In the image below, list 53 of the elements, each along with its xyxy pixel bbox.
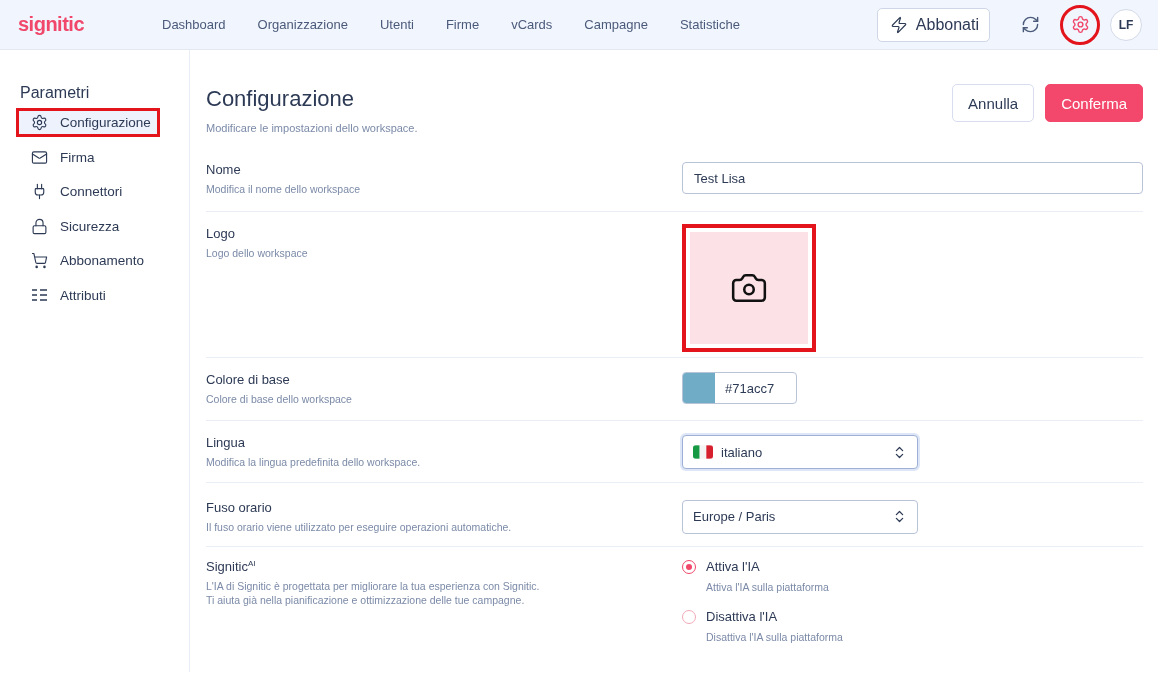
- sidebar-icon: [31, 217, 48, 235]
- sidebar-title: Parametri: [19, 84, 91, 102]
- user-avatar[interactable]: LF: [1110, 8, 1142, 41]
- field-description: Logo dello workspace: [206, 246, 309, 261]
- nav-link[interactable]: Statistiche: [663, 17, 756, 32]
- field-label: Nome: [206, 162, 242, 177]
- page-title: Configurazione: [206, 86, 355, 112]
- cancel-button[interactable]: Annulla: [952, 84, 1035, 122]
- name-input[interactable]: Test Lisa: [682, 162, 1143, 194]
- nav-link[interactable]: Campagne: [568, 17, 664, 32]
- sidebar-item[interactable]: Firma: [16, 142, 154, 172]
- sidebar-icon: [31, 148, 48, 166]
- refresh-icon: [1020, 15, 1040, 34]
- lightning-icon: [889, 15, 908, 34]
- list-icon: [31, 288, 48, 302]
- sidebar-item[interactable]: Connettori: [16, 177, 154, 206]
- settings-button[interactable]: [1060, 4, 1100, 45]
- settings-icon: [1070, 15, 1090, 34]
- page-subtitle: Modificare le impostazioni dello workspace.: [206, 122, 418, 134]
- sidebar-icon: [31, 252, 48, 269]
- color-field[interactable]: #71acc7: [682, 372, 797, 405]
- field-label: Logo: [206, 226, 236, 242]
- sidebar-item[interactable]: Attributi: [16, 280, 154, 310]
- sidebar-item[interactable]: Sicurezza: [16, 211, 154, 241]
- nav-link[interactable]: Firme: [429, 17, 496, 32]
- nav-link[interactable]: Dashboard: [146, 17, 242, 32]
- nav-link[interactable]: vCards: [495, 17, 569, 32]
- brand-logo: signitic: [18, 13, 85, 36]
- field-description: Modifica il nome dello workspace: [206, 182, 362, 197]
- flag-icon: [693, 445, 713, 460]
- nav-link[interactable]: Utenti: [363, 17, 430, 32]
- select-field[interactable]: Europe / Paris: [682, 499, 918, 534]
- field-description: Modifica la lingua predefinita dello workspace.: [206, 455, 422, 470]
- field-label: Fuso orario: [206, 499, 273, 515]
- logo-upload[interactable]: [690, 232, 808, 345]
- radio-label: Attiva l'IA: [706, 558, 761, 574]
- radio-description: Attiva l'IA sulla piattaforma: [706, 580, 829, 593]
- select-field[interactable]: italiano: [682, 435, 918, 470]
- color-value: #71acc7: [724, 379, 776, 398]
- radio-description: Disattiva l'IA sulla piattaforma: [706, 630, 843, 643]
- field-description: Il fuso orario viene utilizzato per eseguire operazioni automatiche.: [206, 519, 513, 534]
- radio-label: Disattiva l'IA: [706, 608, 779, 624]
- field-label: Colore di base: [206, 372, 291, 388]
- sidebar-icon: [31, 114, 48, 131]
- field-description: L'IA di Signitic è progettata per migliorare la tua esperienza con Signitic. Ti aiuta già nella pianificazione e ottimizzazione delle tue campagne.: [206, 579, 541, 608]
- nav-link[interactable]: Organizzazione: [241, 17, 364, 32]
- subscribe-button[interactable]: Abbonati: [876, 7, 990, 42]
- sidebar-item[interactable]: Abbonamento: [16, 246, 154, 275]
- field-description: Colore di base dello workspace: [206, 392, 353, 407]
- confirm-button[interactable]: Conferma: [1045, 84, 1143, 122]
- field-label: Lingua: [206, 435, 247, 451]
- field-label: Signitic$^{AI}$: [206, 558, 257, 574]
- sidebar-item[interactable]: Configurazione: [16, 108, 160, 137]
